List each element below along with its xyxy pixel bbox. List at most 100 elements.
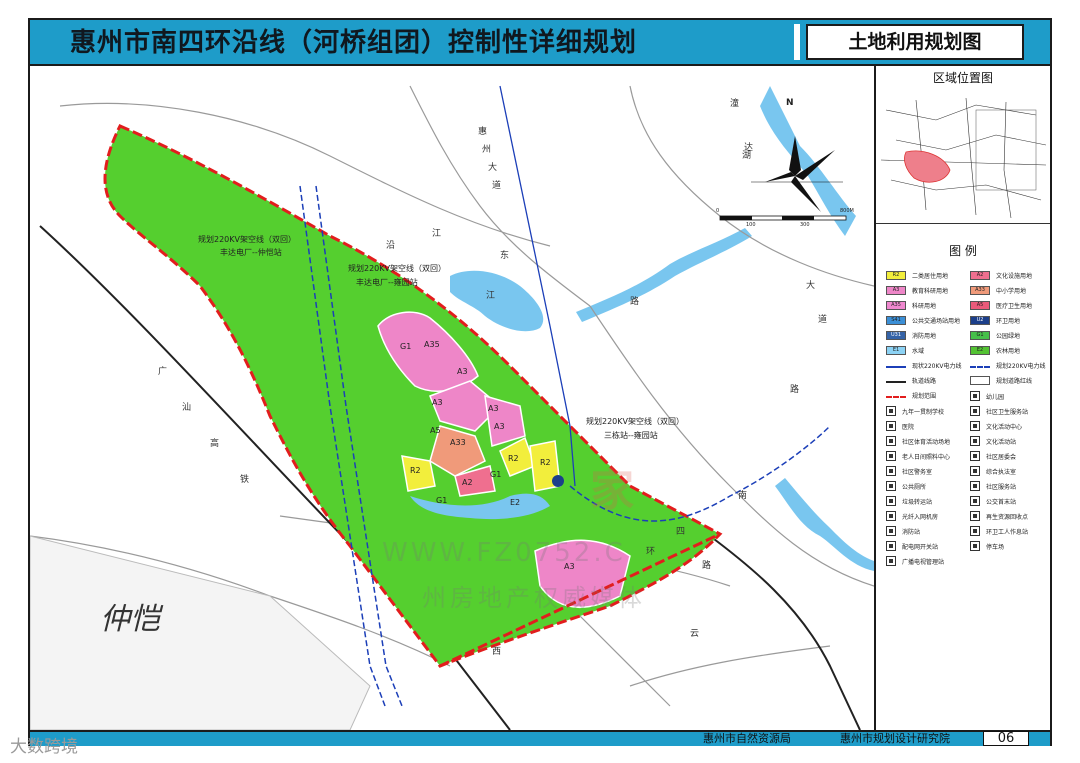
legend-item: 老人日间照料中心: [886, 451, 950, 461]
legend-item: U2 环卫用地: [970, 316, 1020, 325]
legend-label: 文化活动中心: [986, 423, 1023, 431]
legend-item: 广播电视管理站: [886, 556, 944, 566]
road-label: 州: [482, 145, 492, 155]
road-label: 汕: [182, 403, 192, 413]
legend-label: 消防站: [902, 528, 921, 536]
legend-item: 规划220KV电力线: [970, 361, 1046, 370]
facility-icon: [886, 481, 896, 491]
river: [775, 478, 874, 571]
legend-item: 综合执法室: [970, 466, 1016, 476]
road-label: 环: [646, 547, 656, 557]
legend-item: A35 科研用地: [886, 301, 936, 310]
power-line-annotation: 规划220KV架空线（双回）: [198, 235, 296, 244]
facility-icon: [886, 556, 896, 566]
title-bar: 惠州市南四环沿线（河桥组团）控制性详细规划 土地利用规划图: [30, 20, 1050, 66]
legend-label: 公园绿地: [996, 333, 1021, 340]
legend-label: 广播电视管理站: [902, 558, 945, 566]
legend-label: 文化设施用地: [996, 273, 1033, 280]
line-swatch: [970, 365, 990, 370]
parcel-label: A35: [424, 340, 440, 349]
parcel-label: G1: [436, 496, 448, 505]
road-label: 东: [500, 251, 510, 261]
road-label: 高: [210, 439, 220, 449]
parcel-label: A3: [432, 398, 443, 407]
legend-item: 社区体育活动场地: [886, 436, 950, 446]
legend-item: A5 医疗卫生用地: [970, 301, 1032, 310]
facility-icon: [970, 451, 980, 461]
line-swatch: [886, 380, 906, 385]
legend-label: 配电网开关站: [902, 543, 939, 551]
legend-label: 老人日间照料中心: [902, 453, 951, 461]
watermark-slogan: 州房地产权威媒体: [422, 584, 646, 612]
road-label: 广: [158, 367, 168, 377]
legend-label: 科研用地: [912, 303, 937, 310]
scale-label: 0: [716, 208, 720, 214]
legend-item: 文化活动中心: [970, 421, 1022, 431]
legend-label: 社区体育活动场地: [902, 438, 951, 446]
swatch: G1: [970, 331, 990, 340]
facility-icon: [970, 406, 980, 416]
legend-item: 社区服务站: [970, 481, 1016, 491]
watermark-url: WWW.FZ0752.C: [382, 538, 626, 568]
power-line-annotation: 规划220KV架空线（双回）: [586, 417, 684, 426]
parcel-label: G1: [400, 342, 412, 351]
power-line-route: 丰达电厂--仲恺站: [220, 248, 282, 257]
parcel-label: A3: [457, 367, 468, 376]
legend-label: 医院: [902, 423, 915, 431]
legend-item: 配电网开关站: [886, 541, 938, 551]
line-swatch: [886, 365, 906, 370]
legend-label: 教育科研用地: [912, 288, 949, 295]
facility-icon: [970, 391, 980, 401]
parcel-label: A5: [430, 426, 441, 435]
swatch: A2: [970, 271, 990, 280]
facility-icon: [970, 496, 980, 506]
legend-item: 消防站: [886, 526, 920, 536]
parcel-label: A2: [462, 478, 473, 487]
railway-line: [709, 535, 861, 730]
legend-label: 轨道线路: [912, 378, 937, 385]
legend-title: 图 例: [949, 244, 977, 258]
road-label: 西: [492, 647, 502, 657]
road-label: 沿: [386, 241, 396, 251]
legend-item: 文化活动站: [970, 436, 1016, 446]
footer-authority: 惠州市自然资源局: [703, 732, 791, 745]
parcel-label: A3: [488, 404, 499, 413]
side-panel: 区域位置图 图 例 R2 二类居住用地 A2 文化设施用地 A3 教育科研用地 …: [876, 66, 1050, 730]
road-label: 大: [806, 281, 816, 291]
facility-icon: [886, 496, 896, 506]
road-label: 江: [486, 291, 496, 301]
parcel-label: E2: [510, 498, 521, 507]
swatch: U2: [970, 316, 990, 325]
road-label: 南: [738, 491, 748, 501]
location-map-canvas: [876, 90, 1050, 223]
legend-label: 现状220KV电力线: [912, 363, 962, 370]
swatch: E1: [886, 346, 906, 355]
legend-label: 消防用地: [912, 333, 937, 340]
facility-marker: [552, 475, 564, 487]
swatch: U31: [886, 331, 906, 340]
road-label: 潼: [730, 99, 740, 109]
legend-label: 规划道路红线: [996, 378, 1033, 385]
watermark-mark: 家: [590, 465, 634, 516]
legend-item: E2 农林用地: [970, 346, 1020, 355]
legend-item: 九年一贯制学校: [886, 406, 944, 416]
legend-label: 社区警务室: [902, 468, 933, 476]
road-label: 云: [690, 629, 700, 639]
facility-icon: [970, 436, 980, 446]
facility-icon: [970, 481, 980, 491]
legend-label: 停车场: [986, 543, 1005, 551]
legend-item: 社区居委会: [970, 451, 1016, 461]
legend-label: 水域: [912, 348, 925, 355]
footer-institute: 惠州市规划设计研究院: [840, 732, 950, 745]
swatch: A33: [970, 286, 990, 295]
facility-icon: [970, 421, 980, 431]
swatch: A3: [886, 286, 906, 295]
power-line-route: 三栋站--雍园站: [604, 431, 658, 440]
legend-item: A33 中小学用地: [970, 286, 1026, 295]
facility-icon: [970, 466, 980, 476]
legend-item: 公交首末站: [970, 496, 1016, 506]
legend-item: 规划道路红线: [970, 376, 1032, 385]
legend-item: 现状220KV电力线: [886, 361, 962, 370]
scale-bar: [719, 215, 847, 221]
parcel-label: R2: [540, 458, 551, 467]
